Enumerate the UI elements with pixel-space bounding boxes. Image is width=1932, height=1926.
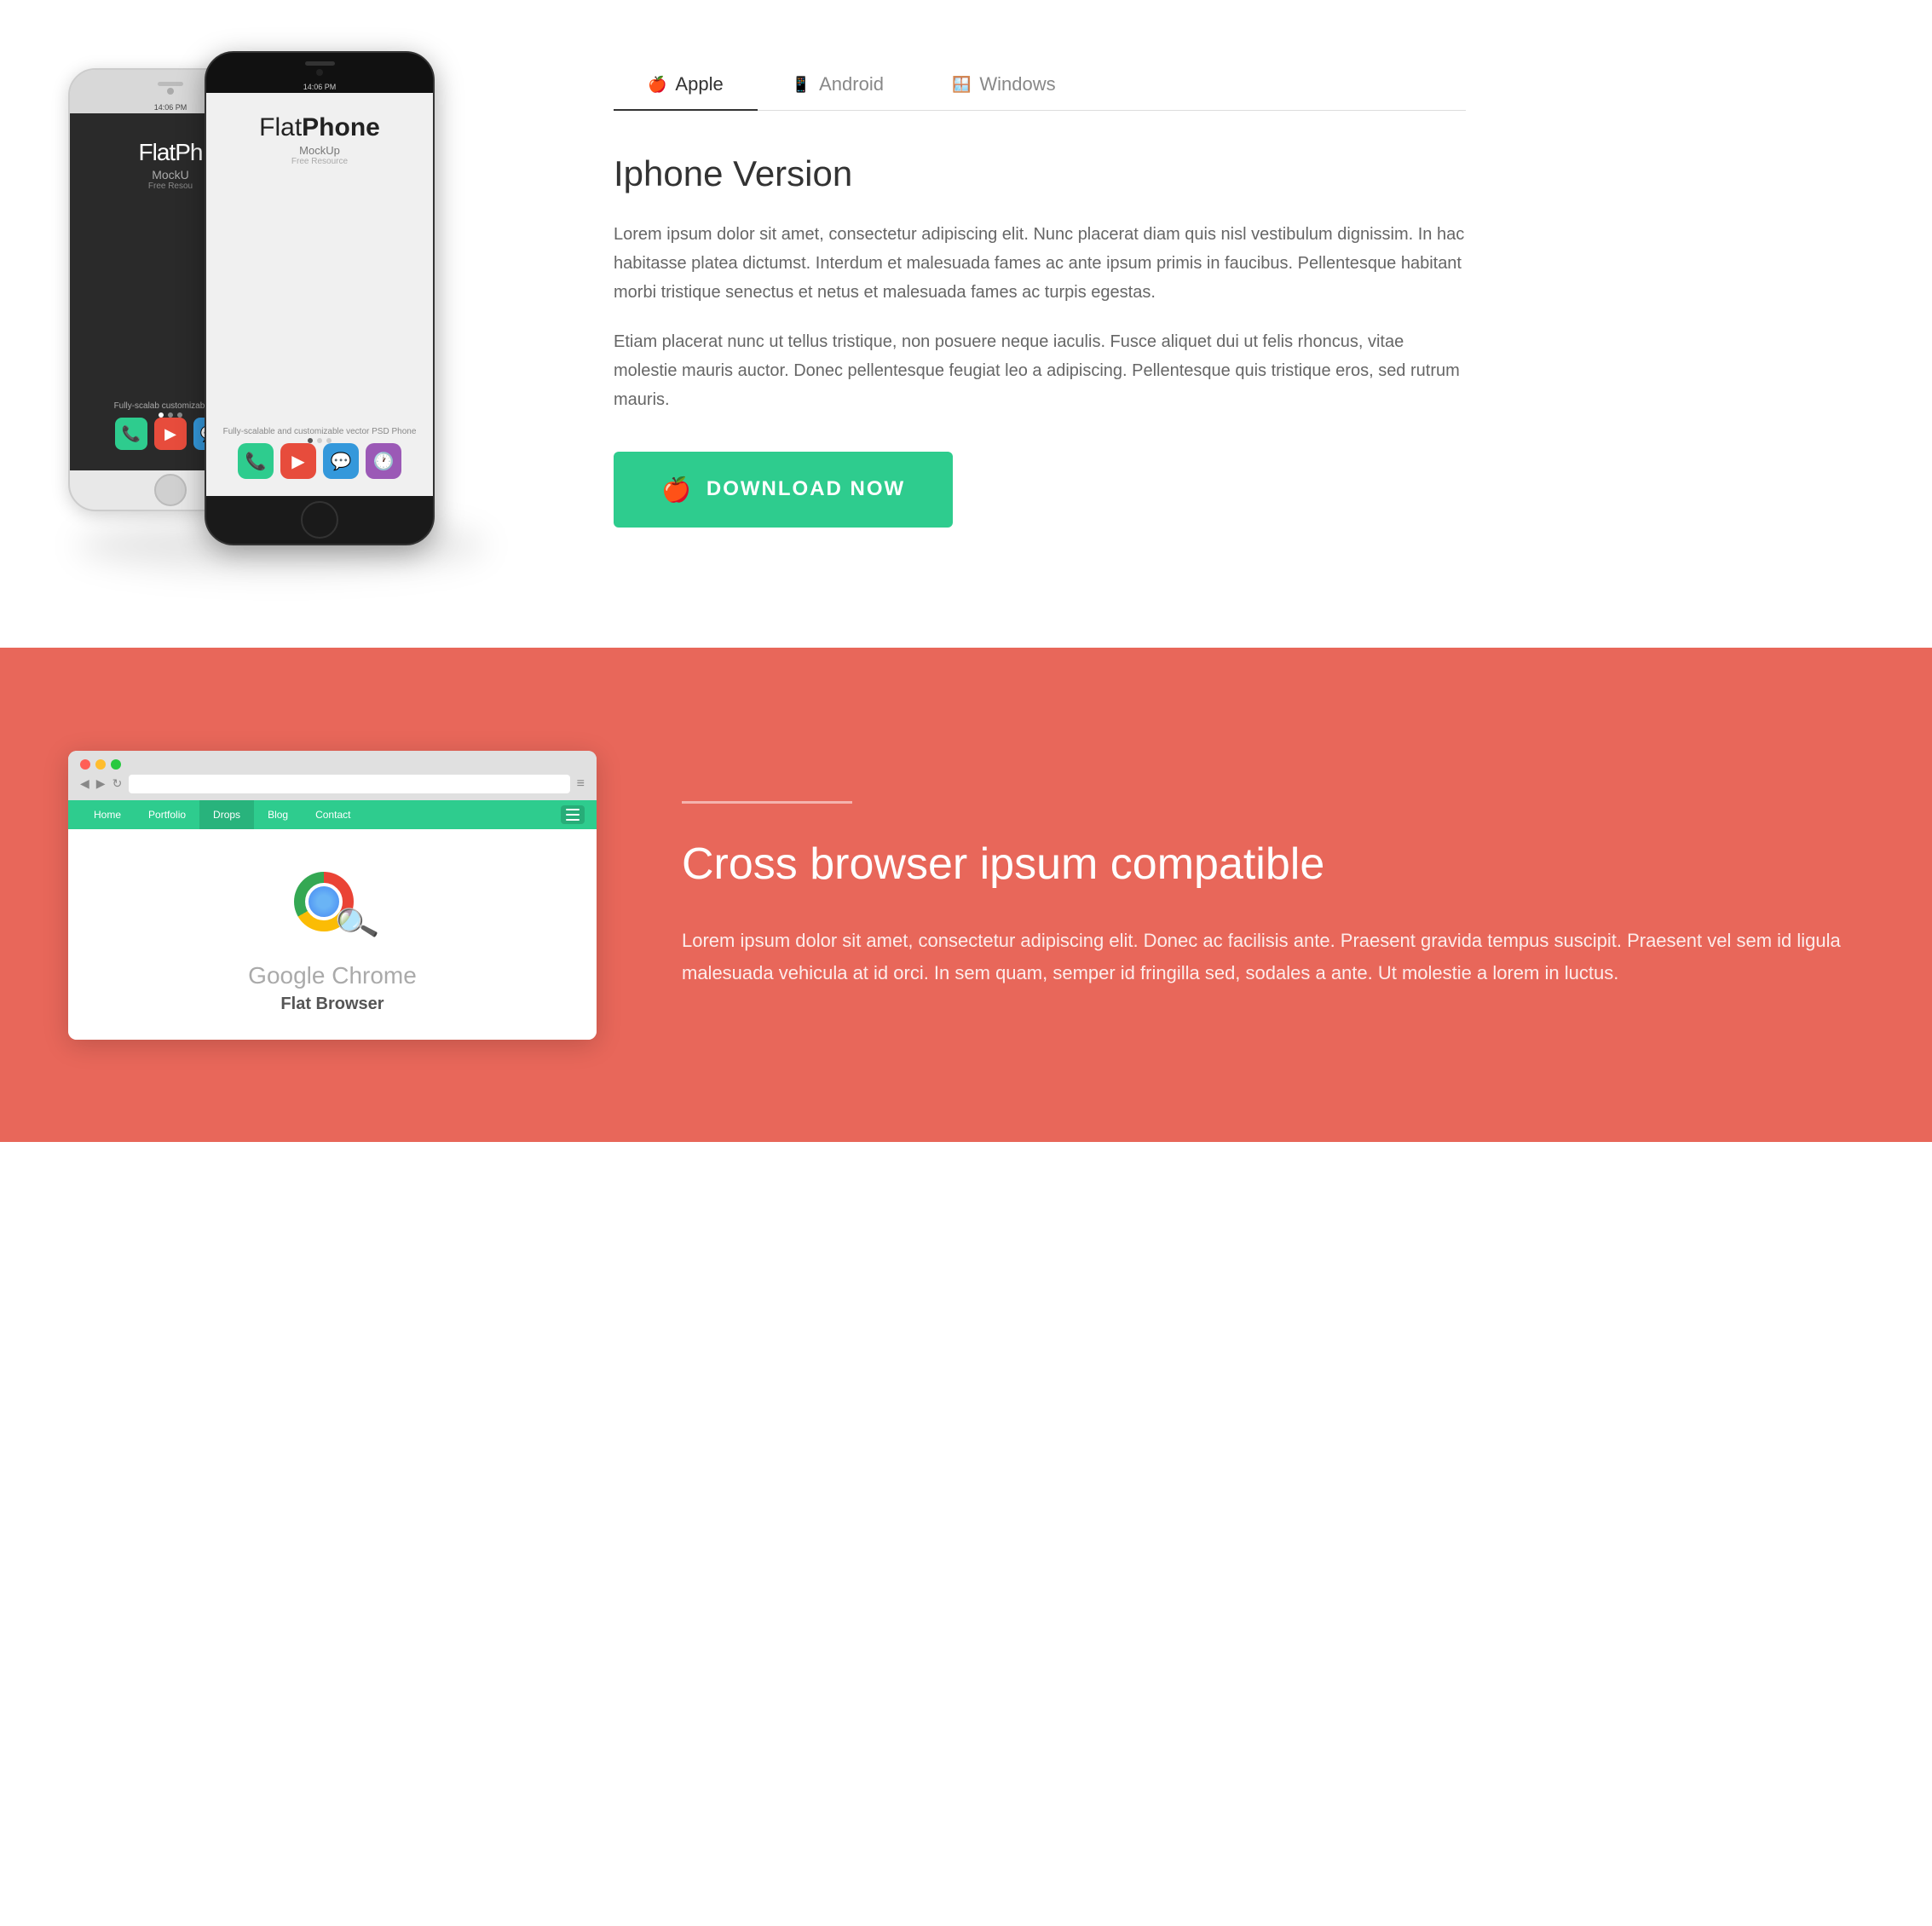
browser-nav-blog[interactable]: Blog [254, 800, 302, 829]
browser-forward-icon[interactable]: ▶ [96, 776, 106, 791]
content-para1: Lorem ipsum dolor sit amet, consectetur … [614, 220, 1466, 307]
content-title: Iphone Version [614, 153, 1466, 194]
browser-window: ◀ ▶ ↻ ≡ Home Portfolio Drops Blog Contac… [68, 751, 597, 1040]
content-panel: 🍎 Apple 📱 Android 🪟 Windows Iphone Versi… [614, 51, 1466, 528]
section-bottom-heading: Cross browser ipsum compatible [682, 838, 1864, 891]
section-top: 14:06 PM FlatPh MockU Free Resou Fully-s… [0, 0, 1932, 648]
phone-black: 14:06 PM FlatPhone MockUp Free Resource … [205, 51, 435, 545]
tab-apple-label: Apple [675, 73, 723, 95]
app-title-white: FlatPh MockU Free Resou [139, 139, 203, 191]
browser-dots-row [80, 759, 585, 770]
phone-showcase: 14:06 PM FlatPh MockU Free Resou Fully-s… [51, 51, 528, 580]
tab-android-label: Android [819, 73, 884, 95]
browser-hamburger-icon[interactable] [561, 805, 585, 824]
description-black: Fully-scalable and customizable vector P… [223, 425, 417, 438]
browser-chrome-bar: ◀ ▶ ↻ ≡ [68, 751, 597, 800]
browser-nav-drops[interactable]: Drops [199, 800, 254, 829]
icon-chat-black: 💬 [323, 443, 359, 479]
icon-phone-white: 📞 [115, 418, 147, 450]
hamburger-line-2 [566, 814, 580, 816]
camera-white [167, 88, 174, 95]
tab-bar: 🍎 Apple 📱 Android 🪟 Windows [614, 60, 1466, 111]
content-para2: Etiam placerat nunc ut tellus tristique,… [614, 327, 1466, 414]
tab-apple[interactable]: 🍎 Apple [614, 60, 758, 111]
free-black: Free Resource [259, 157, 380, 166]
app-icons-black: 📞 ▶ 💬 🕐 [238, 443, 401, 479]
download-label: DOWNLOAD NOW [706, 477, 905, 501]
browser-refresh-icon[interactable]: ↻ [112, 776, 123, 791]
browser-menu-icon[interactable]: ≡ [577, 776, 585, 792]
icon-clock-black: 🕐 [366, 443, 401, 479]
windows-tab-icon: 🪟 [952, 76, 971, 94]
browser-nav-contact[interactable]: Contact [302, 800, 364, 829]
hamburger-line-1 [566, 809, 580, 810]
browser-nav-row: ◀ ▶ ↻ ≡ [80, 775, 585, 793]
browser-navbar: Home Portfolio Drops Blog Contact [68, 800, 597, 829]
browser-mockup-wrap: ◀ ▶ ↻ ≡ Home Portfolio Drops Blog Contac… [68, 751, 597, 1040]
phone-text-black: Phone [302, 113, 380, 141]
download-apple-icon: 🍎 [661, 476, 693, 504]
mockup-white: MockU [139, 168, 203, 182]
browser-back-icon[interactable]: ◀ [80, 776, 89, 791]
browser-google-chrome-label: Google Chrome [248, 962, 417, 989]
free-white: Free Resou [139, 182, 203, 191]
tab-windows[interactable]: 🪟 Windows [918, 60, 1090, 111]
section-bottom-paragraph: Lorem ipsum dolor sit amet, consectetur … [682, 925, 1864, 989]
section-bottom: ◀ ▶ ↻ ≡ Home Portfolio Drops Blog Contac… [0, 648, 1932, 1142]
app-title-black: FlatPhone MockUp Free Resource [259, 113, 380, 166]
browser-body: 🔍 Google Chrome Flat Browser [68, 829, 597, 1040]
apple-tab-icon: 🍎 [648, 76, 666, 94]
flat-text-black: Flat [259, 113, 302, 141]
speaker-black [305, 61, 335, 66]
browser-flat-browser-label: Flat Browser [280, 995, 384, 1014]
screen-black: FlatPhone MockUp Free Resource Fully-sca… [206, 93, 433, 496]
status-bar-black: 14:06 PM [206, 81, 433, 93]
tab-android[interactable]: 📱 Android [758, 60, 918, 111]
browser-logo-area: 🔍 [290, 863, 375, 949]
browser-dot-yellow [95, 759, 106, 770]
speaker-white [158, 82, 183, 86]
browser-nav-home[interactable]: Home [80, 800, 135, 829]
browser-address-bar[interactable] [129, 775, 569, 793]
tab-windows-label: Windows [979, 73, 1055, 95]
home-btn-black [301, 501, 338, 539]
camera-black [316, 69, 323, 76]
section-bottom-divider [682, 801, 852, 804]
mockup-black: MockUp [259, 144, 380, 157]
home-btn-white [154, 474, 187, 506]
android-tab-icon: 📱 [792, 76, 810, 94]
hamburger-line-3 [566, 819, 580, 821]
browser-dot-red [80, 759, 90, 770]
browser-nav-portfolio[interactable]: Portfolio [135, 800, 199, 829]
top-area-black [206, 53, 433, 81]
icon-play-black: ▶ [280, 443, 316, 479]
icon-play-white: ▶ [154, 418, 187, 450]
browser-dot-green [111, 759, 121, 770]
download-button[interactable]: 🍎 DOWNLOAD NOW [614, 452, 953, 528]
flat-text-white: FlatPh [139, 139, 203, 165]
right-text-panel: Cross browser ipsum compatible Lorem ips… [682, 801, 1864, 989]
icon-phone-black: 📞 [238, 443, 274, 479]
